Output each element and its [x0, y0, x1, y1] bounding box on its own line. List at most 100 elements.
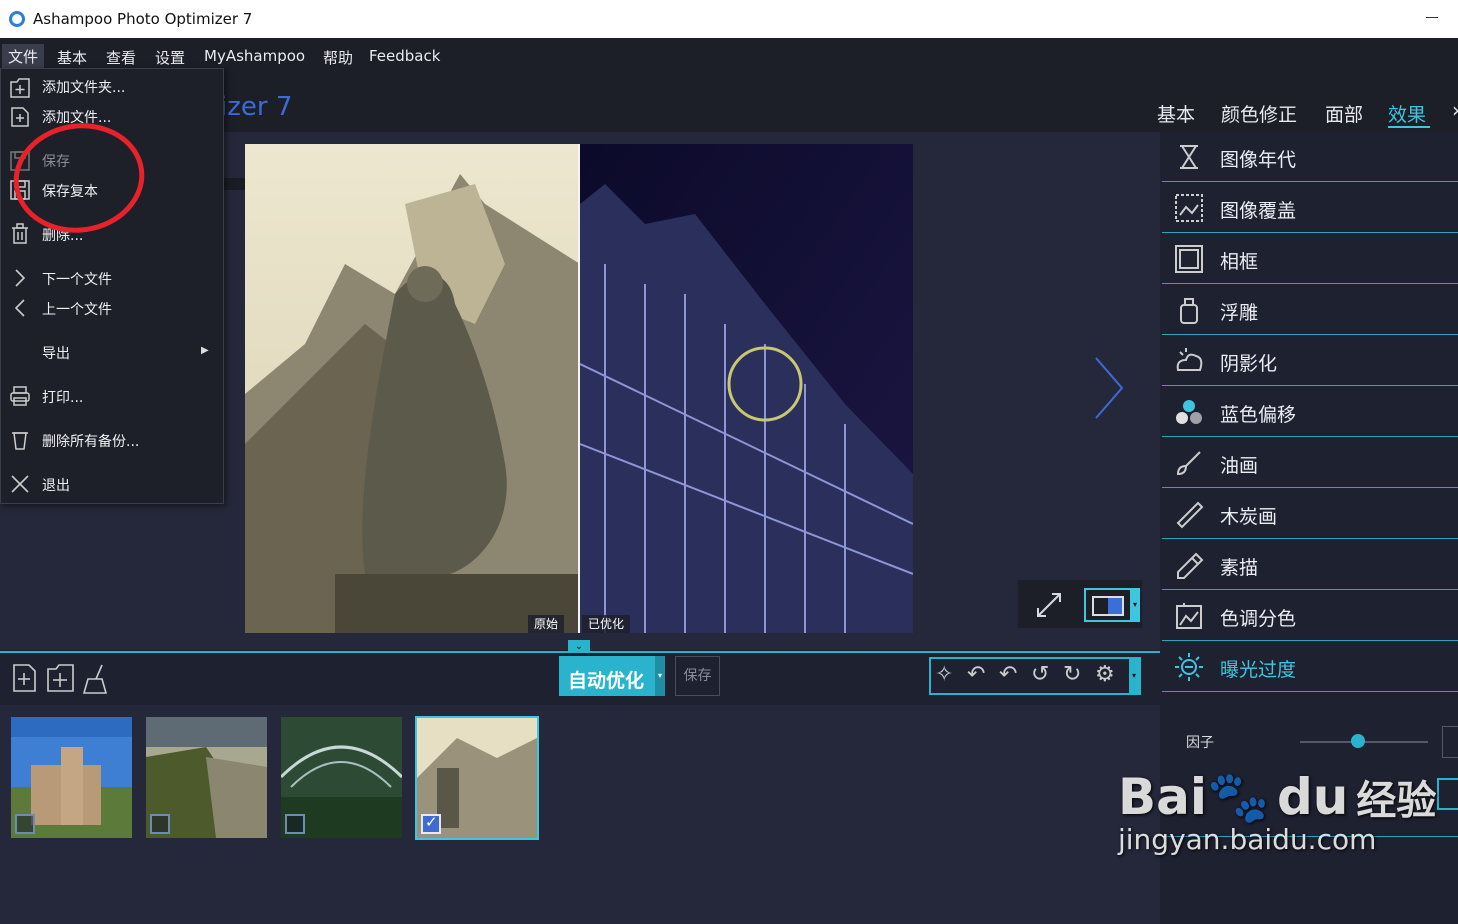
menu-add-folder[interactable]: 添加文件夹...	[42, 77, 125, 97]
thumbnail-cathedral[interactable]: ✓	[415, 716, 539, 840]
frame-icon	[1175, 245, 1203, 273]
window-title: Ashampoo Photo Optimizer 7	[33, 10, 253, 28]
effect-item-shadow[interactable]: 阴影化	[1162, 336, 1458, 386]
undo-all-icon[interactable]: ↶	[999, 662, 1017, 687]
tab-basic[interactable]: 基本	[1157, 100, 1195, 127]
compare-mode-button[interactable]: ▾	[1084, 588, 1140, 622]
magic-stars-icon[interactable]: ✧	[935, 662, 953, 687]
sun-icon	[1175, 653, 1203, 681]
charcoal-icon	[1176, 501, 1204, 529]
effect-item-sketch[interactable]: 素描	[1162, 540, 1458, 590]
add-folder-icon[interactable]	[46, 663, 76, 693]
next-image-arrow-icon[interactable]	[1090, 356, 1130, 420]
menu-exit[interactable]: 退出	[42, 475, 70, 495]
effect-label: 浮雕	[1220, 302, 1259, 324]
effect-label: 木炭画	[1220, 506, 1278, 528]
rotate-right-icon[interactable]: ↻	[1063, 662, 1081, 687]
save-button[interactable]: 保存	[675, 656, 720, 696]
menu-help[interactable]: 帮助	[323, 47, 353, 68]
effect-item-charcoal[interactable]: 木炭画	[1162, 489, 1458, 539]
printer-icon	[10, 386, 30, 406]
effect-item-frame[interactable]: 相框	[1162, 234, 1458, 284]
effect-item-overexposure[interactable]: 曝光过度	[1162, 642, 1458, 692]
menu-next-file[interactable]: 下一个文件	[42, 269, 112, 289]
effect-item-oil-painting[interactable]: 油画	[1162, 438, 1458, 488]
menu-print[interactable]: 打印...	[42, 387, 83, 407]
close-icon	[11, 475, 29, 493]
annotation-circle	[13, 123, 145, 233]
gear-icon[interactable]: ⚙	[1095, 662, 1115, 687]
thumbnail-checkbox[interactable]	[15, 814, 35, 834]
thumbnail-checkbox[interactable]	[150, 814, 170, 834]
paw-logo-icon: 🐾	[1207, 768, 1270, 826]
title-bar: Ashampoo Photo Optimizer 7	[0, 0, 1458, 38]
tools-dropdown-icon[interactable]: ▾	[1129, 659, 1139, 693]
menu-bar: 文件 基本 查看 设置 MyAshampoo 帮助 Feedback	[0, 38, 1458, 72]
factor-value-input[interactable]	[1442, 726, 1458, 758]
effect-label: 油画	[1220, 455, 1259, 477]
factor-slider-thumb[interactable]	[1350, 734, 1365, 748]
menu-basic[interactable]: 基本	[57, 47, 87, 68]
menu-delete-backups[interactable]: 删除所有备份...	[42, 431, 139, 451]
tab-effects[interactable]: 效果	[1388, 100, 1426, 127]
image-overlay-icon	[1175, 194, 1203, 222]
thumbnail-checkbox[interactable]	[285, 814, 305, 834]
undo-icon[interactable]: ↶	[967, 662, 985, 687]
thumbnail-castle[interactable]	[11, 717, 132, 838]
menu-file[interactable]: 文件	[2, 44, 45, 69]
effect-label: 相框	[1220, 251, 1259, 273]
view-controls: ▾	[1018, 580, 1142, 628]
hourglass-icon	[1180, 145, 1198, 169]
menu-view[interactable]: 查看	[106, 47, 136, 68]
watermark-url: jingyan.baidu.com	[1118, 823, 1377, 856]
pencil-icon	[1177, 552, 1204, 579]
bottom-toolbar: 自动优化 ▾ 保存 ✧ ↶ ↶ ↺ ↻ ⚙ ▾	[0, 653, 1160, 705]
effect-item-image-overlay[interactable]: 图像覆盖	[1162, 183, 1458, 233]
auto-optimize-button[interactable]: 自动优化 ▾	[559, 656, 665, 696]
add-folder-icon	[10, 78, 30, 98]
blue-shift-icon	[1176, 400, 1202, 424]
tab-overflow-icon[interactable]: ›	[1452, 98, 1458, 122]
chevron-right-icon	[15, 269, 26, 287]
minimize-button[interactable]	[1426, 17, 1438, 18]
add-file-icon[interactable]	[12, 663, 38, 693]
watermark-cn: 经验	[1356, 778, 1437, 824]
clear-broom-icon[interactable]	[82, 663, 112, 695]
delete-backups-icon	[12, 432, 28, 450]
apply-button[interactable]	[1437, 778, 1458, 810]
effect-item-image-age[interactable]: 图像年代	[1162, 132, 1458, 182]
fullscreen-icon[interactable]	[1034, 590, 1064, 620]
watermark-brand: Bai	[1118, 768, 1207, 826]
auto-optimize-dropdown-icon[interactable]: ▾	[655, 656, 665, 696]
comparison-image[interactable]	[245, 144, 913, 633]
effect-label: 曝光过度	[1220, 659, 1297, 681]
rotate-left-icon[interactable]: ↺	[1031, 662, 1049, 687]
optimized-label: 已优化	[582, 615, 631, 633]
watermark-brand-du: du	[1277, 768, 1349, 826]
thumbnail-greenhouse[interactable]	[281, 717, 402, 838]
thumbnail-cliff[interactable]	[146, 717, 267, 838]
effect-label: 图像覆盖	[1220, 200, 1297, 222]
thumbnail-checkbox-checked[interactable]: ✓	[421, 813, 441, 834]
effect-label: 素描	[1220, 557, 1259, 579]
tab-face[interactable]: 面部	[1325, 100, 1363, 127]
menu-myashampoo[interactable]: MyAshampoo	[204, 47, 305, 65]
tab-color-correction[interactable]: 颜色修正	[1221, 100, 1297, 127]
effect-item-emboss[interactable]: 浮雕	[1162, 285, 1458, 335]
menu-export[interactable]: 导出	[42, 343, 70, 363]
effect-label: 蓝色偏移	[1220, 404, 1297, 426]
paint-brush-icon	[1176, 451, 1201, 476]
menu-prev-file[interactable]: 上一个文件	[42, 299, 112, 319]
collapse-toggle-icon[interactable]: ⌄	[568, 640, 590, 653]
factor-label: 因子	[1186, 735, 1214, 751]
app-logo-icon	[9, 11, 25, 27]
menu-feedback[interactable]: Feedback	[369, 47, 440, 65]
menu-settings[interactable]: 设置	[155, 47, 185, 68]
tab-underline	[1388, 126, 1430, 128]
effect-item-posterize[interactable]: 色调分色	[1162, 591, 1458, 641]
cloud-shadow-icon	[1176, 348, 1203, 371]
cathedral-photo	[245, 144, 913, 633]
effect-item-blue-shift[interactable]: 蓝色偏移	[1162, 387, 1458, 437]
baidu-watermark: Bai🐾 du 经验 jingyan.baidu.com	[1118, 768, 1436, 856]
app-header: izer 7	[220, 92, 293, 122]
